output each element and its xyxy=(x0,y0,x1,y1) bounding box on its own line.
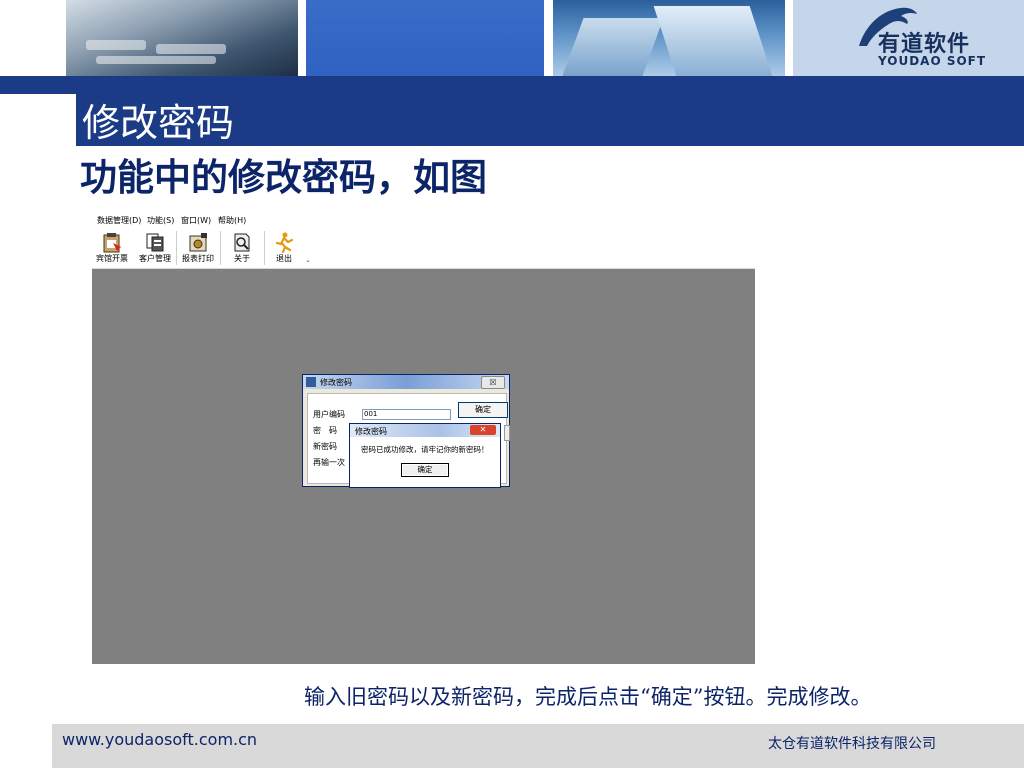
toolbar-button-exit[interactable]: 退出 xyxy=(264,230,304,266)
slide-caption: 输入旧密码以及新密码，完成后点击“确定”按钮。完成修改。 xyxy=(304,685,872,709)
dialog-titlebar[interactable]: 修改密码 ☒ xyxy=(303,375,509,389)
title-bar-divider xyxy=(64,94,76,146)
clipboard-icon xyxy=(103,233,121,253)
menu-data-management[interactable]: 数据管理(D) xyxy=(97,215,141,226)
menu-help[interactable]: 帮助(H) xyxy=(218,215,246,226)
documents-icon xyxy=(146,233,164,252)
menu-window[interactable]: 窗口(W) xyxy=(181,215,211,226)
dialog-ok-button[interactable]: 确定 xyxy=(458,402,508,418)
toolbar-overflow-icon[interactable]: ⌄ xyxy=(305,256,311,264)
dialog-scroll-handle[interactable] xyxy=(504,425,510,441)
menu-functions[interactable]: 功能(S) xyxy=(147,215,174,226)
exit-icon xyxy=(275,232,294,253)
close-icon[interactable]: ☒ xyxy=(481,376,505,389)
toolbar-button-about[interactable]: 关于 xyxy=(222,230,262,266)
label-new-password: 新密码 xyxy=(313,442,337,451)
banner-photo-buildings xyxy=(553,0,785,76)
toolbar-label: 退出 xyxy=(276,254,292,263)
logo-text-en: YOUDAO SOFT xyxy=(878,54,987,68)
toolbar-label: 客户管理 xyxy=(139,254,171,263)
toolbar-button-report-print[interactable]: 报表打印 xyxy=(178,230,218,266)
success-message-box: 修改密码 ✕ 密码已成功修改，请牢记你的新密码！ 确定 xyxy=(349,423,501,488)
close-icon[interactable]: ✕ xyxy=(470,425,496,435)
toolbar-label: 关于 xyxy=(234,254,250,263)
dialog-title: 修改密码 xyxy=(320,378,352,387)
title-bar-accent xyxy=(0,76,64,94)
toolbar-separator xyxy=(176,231,177,265)
toolbar-button-hotel-invoice[interactable]: 宾馆开票 xyxy=(92,230,132,266)
footer-company: 太仓有道软件科技有限公司 xyxy=(768,736,936,752)
message-text: 密码已成功修改，请牢记你的新密码！ xyxy=(361,445,489,454)
footer-url[interactable]: www.youdaosoft.com.cn xyxy=(62,730,257,749)
message-title: 修改密码 xyxy=(355,427,387,436)
label-user-code: 用户编码 xyxy=(313,410,345,419)
label-password: 密 码 xyxy=(313,426,337,435)
toolbar-label: 宾馆开票 xyxy=(96,254,128,263)
menu-bar: 数据管理(D) 功能(S) 窗口(W) 帮助(H) xyxy=(92,213,755,228)
app-icon xyxy=(306,377,316,387)
banner-photo-keyboard xyxy=(66,0,298,76)
toolbar-label: 报表打印 xyxy=(182,254,214,263)
slide-subtitle: 功能中的修改密码，如图 xyxy=(80,155,487,199)
printer-icon xyxy=(189,233,207,252)
user-code-field[interactable]: 001 xyxy=(362,409,451,420)
toolbar: 宾馆开票 客户管理 报表打印 关于 退出 ⌄ xyxy=(92,228,755,269)
slide-title: 修改密码 xyxy=(82,101,235,145)
app-window: 数据管理(D) 功能(S) 窗口(W) 帮助(H) 宾馆开票 客户管理 报表打印… xyxy=(92,213,755,664)
message-ok-button[interactable]: 确定 xyxy=(401,463,449,477)
toolbar-separator xyxy=(220,231,221,265)
toolbar-button-customer-management[interactable]: 客户管理 xyxy=(135,230,175,266)
banner-photo-blue xyxy=(306,0,544,76)
label-confirm-password: 再输一次 xyxy=(313,458,345,467)
help-icon xyxy=(234,233,250,252)
message-titlebar[interactable]: 修改密码 ✕ xyxy=(350,424,500,437)
